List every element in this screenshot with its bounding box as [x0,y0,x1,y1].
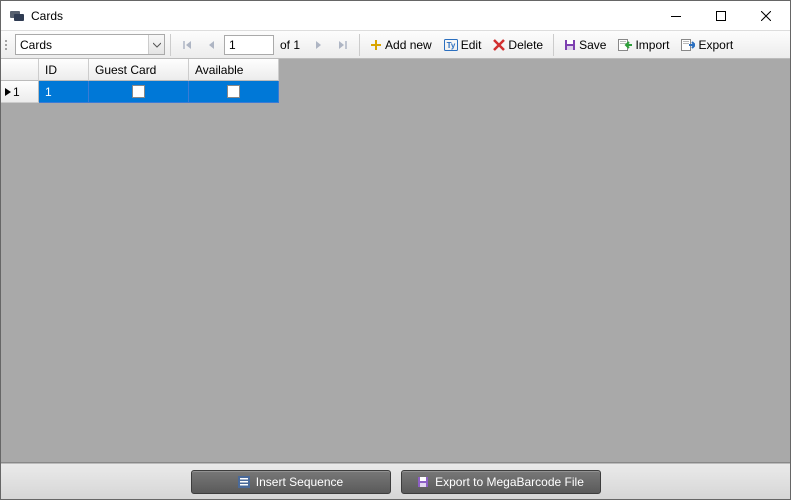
cell-guest-card[interactable] [89,81,189,103]
save-label: Save [579,38,606,52]
page-count-label: of 1 [280,38,300,52]
import-label: Import [635,38,669,52]
window-title: Cards [31,9,653,23]
page-number-input[interactable] [224,35,274,55]
table-selector-combo[interactable]: Cards [15,34,165,55]
list-icon [238,476,250,488]
svg-text:Ty: Ty [446,41,455,50]
maximize-button[interactable] [698,1,743,30]
save-button[interactable]: Save [559,34,611,56]
last-page-button[interactable] [332,34,354,56]
checkbox-unchecked-icon [132,85,145,98]
edit-button[interactable]: Ty Edit [439,34,487,56]
prev-page-button[interactable] [200,34,222,56]
title-bar: Cards [1,1,790,31]
export-megabarcode-label: Export to MegaBarcode File [435,475,584,489]
insert-sequence-label: Insert Sequence [256,475,343,489]
separator [170,34,171,56]
export-button[interactable]: Export [676,34,738,56]
delete-label: Delete [508,38,543,52]
save-icon [564,39,576,51]
row-number: 1 [13,85,20,99]
separator [359,34,360,56]
close-button[interactable] [743,1,788,30]
delete-button[interactable]: Delete [488,34,548,56]
delete-x-icon [493,39,505,51]
save-file-icon [417,476,429,488]
data-grid: ID Guest Card Available 1 1 [1,59,790,103]
toolbar: Cards of 1 Add new Ty Edit Delete [1,31,790,59]
cell-id[interactable]: 1 [39,81,89,103]
minimize-button[interactable] [653,1,698,30]
chevron-down-icon [148,35,164,54]
edit-icon: Ty [444,39,458,51]
column-header-guest-card[interactable]: Guest Card [89,59,189,81]
checkbox-unchecked-icon [227,85,240,98]
export-label: Export [698,38,733,52]
app-icon [9,8,25,24]
plus-icon [370,39,382,51]
export-icon [681,39,695,51]
cell-available[interactable] [189,81,279,103]
import-button[interactable]: Import [613,34,674,56]
column-header-id[interactable]: ID [39,59,89,81]
first-page-button[interactable] [176,34,198,56]
add-new-button[interactable]: Add new [365,34,437,56]
data-grid-area[interactable]: ID Guest Card Available 1 1 [1,59,790,463]
import-icon [618,39,632,51]
row-selector-header[interactable] [1,59,39,81]
row-header[interactable]: 1 [1,81,39,103]
toolbar-grip [5,35,11,55]
bottom-toolbar: Insert Sequence Export to MegaBarcode Fi… [1,463,790,499]
insert-sequence-button[interactable]: Insert Sequence [191,470,391,494]
next-page-button[interactable] [308,34,330,56]
export-megabarcode-button[interactable]: Export to MegaBarcode File [401,470,601,494]
combo-value: Cards [20,38,52,52]
column-header-available[interactable]: Available [189,59,279,81]
edit-label: Edit [461,38,482,52]
add-new-label: Add new [385,38,432,52]
current-row-indicator-icon [5,88,11,96]
separator [553,34,554,56]
